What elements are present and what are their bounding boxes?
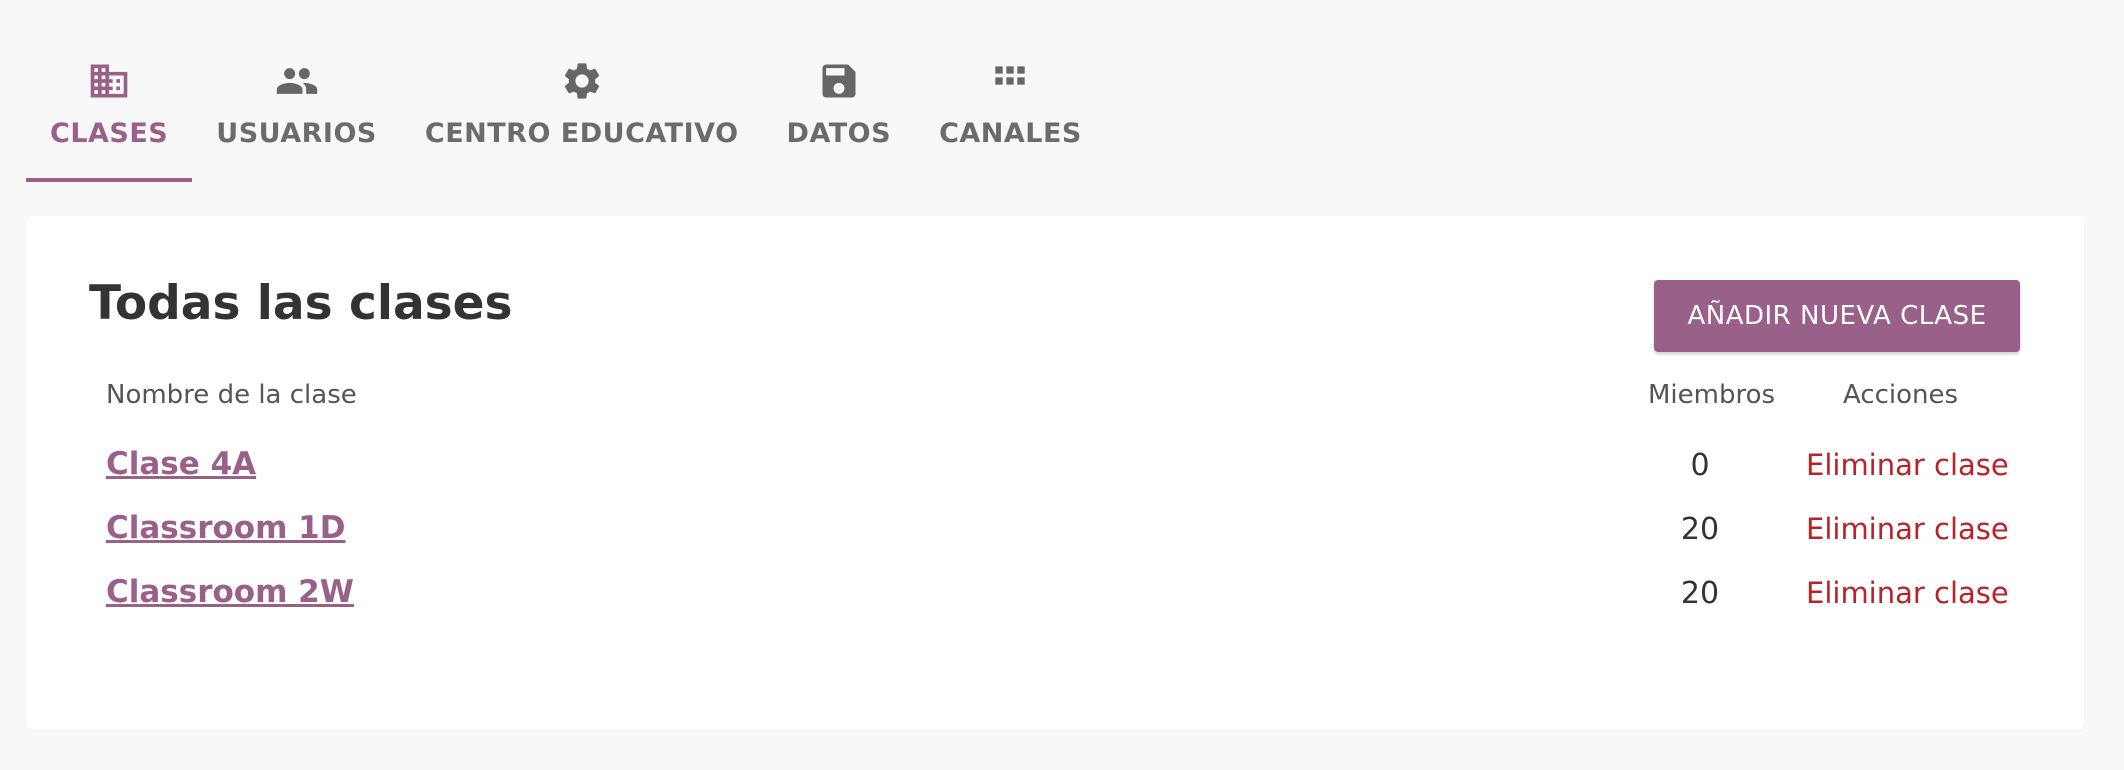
delete-class-link[interactable]: Eliminar clase bbox=[1806, 512, 2009, 546]
gear-icon bbox=[559, 58, 605, 104]
members-count: 20 bbox=[1680, 512, 1720, 547]
tab-clases[interactable]: CLASES bbox=[26, 40, 193, 182]
table-row: Clase 4A 0 Eliminar clase bbox=[26, 446, 2084, 506]
column-header-members: Miembros bbox=[1648, 380, 1776, 410]
members-count: 0 bbox=[1690, 448, 1710, 483]
page-title: Todas las clases bbox=[89, 276, 513, 331]
class-name-link[interactable]: Classroom 2W bbox=[106, 574, 354, 610]
tab-datos[interactable]: DATOS bbox=[763, 40, 916, 182]
delete-class-link[interactable]: Eliminar clase bbox=[1806, 448, 2009, 482]
tab-label: DATOS bbox=[786, 118, 892, 149]
tab-canales[interactable]: CANALES bbox=[915, 40, 1106, 182]
add-class-button[interactable]: AÑADIR NUEVA CLASE bbox=[1654, 280, 2020, 352]
column-header-name: Nombre de la clase bbox=[106, 380, 357, 410]
tab-label: USUARIOS bbox=[216, 118, 377, 149]
classes-card: Todas las clases AÑADIR NUEVA CLASE Nomb… bbox=[26, 216, 2084, 730]
delete-class-link[interactable]: Eliminar clase bbox=[1806, 576, 2009, 610]
building-icon bbox=[86, 58, 132, 104]
apps-grid-icon bbox=[987, 58, 1033, 104]
table-row: Classroom 1D 20 Eliminar clase bbox=[26, 510, 2084, 570]
class-name-link[interactable]: Clase 4A bbox=[106, 446, 256, 482]
people-icon bbox=[274, 58, 320, 104]
tab-label: CENTRO EDUCATIVO bbox=[424, 118, 739, 149]
class-name-link[interactable]: Classroom 1D bbox=[106, 510, 345, 546]
save-icon bbox=[816, 58, 862, 104]
members-count: 20 bbox=[1680, 576, 1720, 611]
tab-label: CANALES bbox=[939, 118, 1082, 149]
tab-label: CLASES bbox=[50, 118, 169, 149]
table-row: Classroom 2W 20 Eliminar clase bbox=[26, 574, 2084, 634]
tab-bar: CLASES USUARIOS CENTRO EDUCATIVO DATOS C… bbox=[26, 40, 1106, 182]
tab-centro-educativo[interactable]: CENTRO EDUCATIVO bbox=[401, 40, 763, 182]
tab-usuarios[interactable]: USUARIOS bbox=[192, 40, 401, 182]
column-header-actions: Acciones bbox=[1843, 380, 1959, 410]
